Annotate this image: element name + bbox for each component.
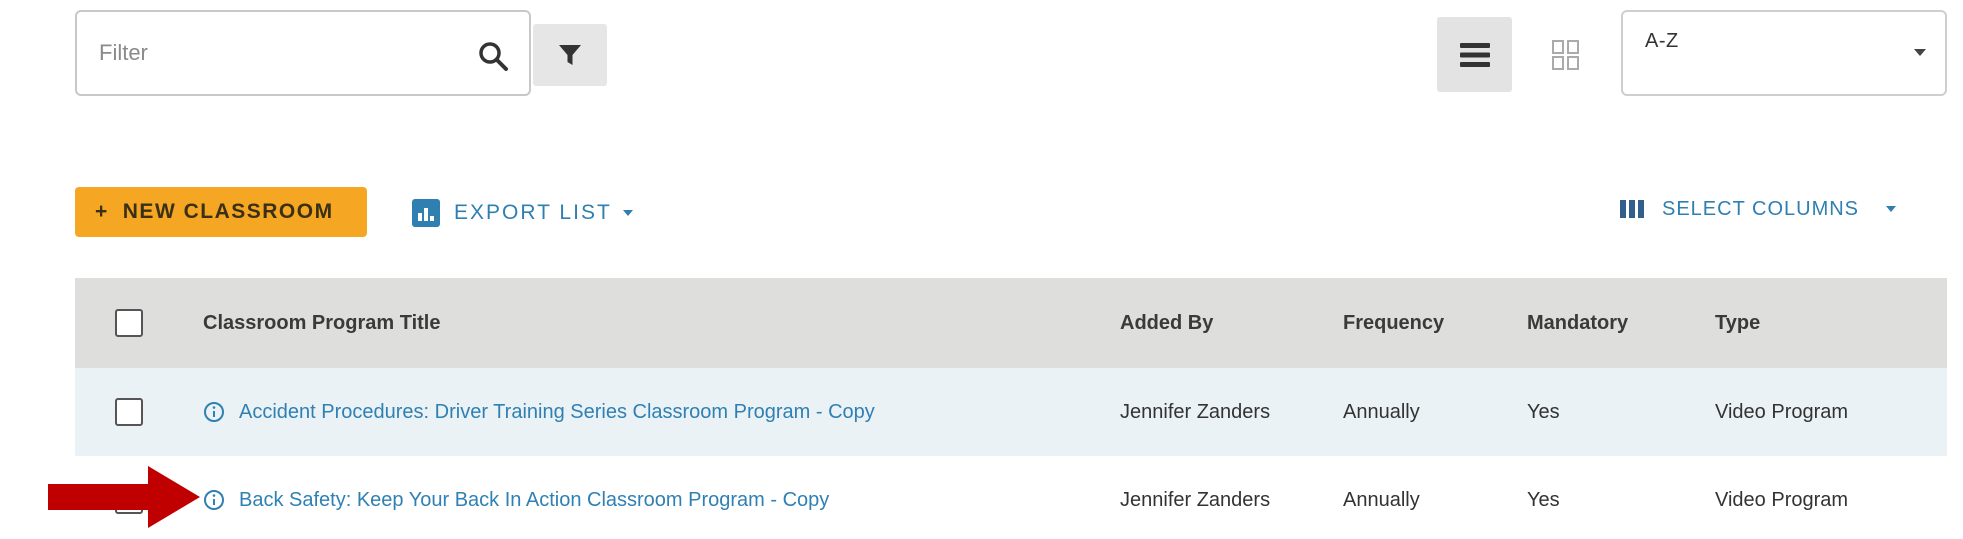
columns-icon [1620,200,1644,218]
export-list-label: EXPORT LIST [454,201,612,224]
select-columns-label: SELECT COLUMNS [1662,197,1860,220]
info-icon[interactable] [203,401,225,423]
added-by-cell: Jennifer Zanders [1120,400,1271,423]
chevron-down-icon [1886,206,1897,212]
search-icon[interactable] [477,40,509,72]
title-cell: Accident Procedures: Driver Training Ser… [203,368,875,456]
type-cell: Video Program [1715,400,1849,423]
table-row: Back Safety: Keep Your Back In Action Cl… [75,456,1947,539]
filter-button[interactable] [533,24,607,86]
mandatory-cell: Yes [1527,488,1560,511]
grid-view-button[interactable] [1550,38,1582,72]
filter-box[interactable] [75,10,531,96]
select-all-cell [115,278,143,368]
red-arrow-icon [48,466,200,528]
row-checkbox-cell [115,368,143,456]
frequency-cell: Annually [1343,400,1420,423]
mandatory-cell: Yes [1527,400,1560,423]
column-header-frequency[interactable]: Frequency [1343,278,1444,368]
title-cell: Back Safety: Keep Your Back In Action Cl… [203,456,829,539]
chevron-down-icon [622,210,633,216]
column-header-title[interactable]: Classroom Program Title [203,278,440,368]
chevron-down-icon [1914,49,1926,56]
export-list-button[interactable]: EXPORT LIST [412,196,634,230]
plus-icon: + [95,200,109,223]
added-by-cell: Jennifer Zanders [1120,488,1271,511]
select-all-checkbox[interactable] [115,309,143,337]
classroom-table: Classroom Program Title Added By Frequen… [75,278,1947,539]
funnel-icon [559,45,581,65]
list-view-button[interactable] [1437,17,1512,92]
table-row: Accident Procedures: Driver Training Ser… [75,368,1947,456]
program-title-link[interactable]: Accident Procedures: Driver Training Ser… [239,401,875,424]
table-header: Classroom Program Title Added By Frequen… [75,278,1947,368]
grid-view-icon [1552,40,1579,70]
row-checkbox[interactable] [115,398,143,426]
filter-input[interactable] [99,33,439,73]
column-header-type[interactable]: Type [1715,278,1760,368]
info-icon[interactable] [203,489,225,511]
sort-select[interactable]: A-Z [1621,10,1947,96]
column-header-added-by[interactable]: Added By [1120,278,1213,368]
new-classroom-label: NEW CLASSROOM [122,200,334,223]
program-title-link[interactable]: Back Safety: Keep Your Back In Action Cl… [239,489,829,512]
column-header-mandatory[interactable]: Mandatory [1527,278,1628,368]
type-cell: Video Program [1715,488,1849,511]
sort-value: A-Z [1645,30,1679,52]
chart-icon [412,199,440,227]
list-view-icon [1459,42,1490,67]
select-columns-button[interactable]: SELECT COLUMNS [1620,192,1897,226]
frequency-cell: Annually [1343,488,1420,511]
new-classroom-button[interactable]: + NEW CLASSROOM [75,187,367,237]
